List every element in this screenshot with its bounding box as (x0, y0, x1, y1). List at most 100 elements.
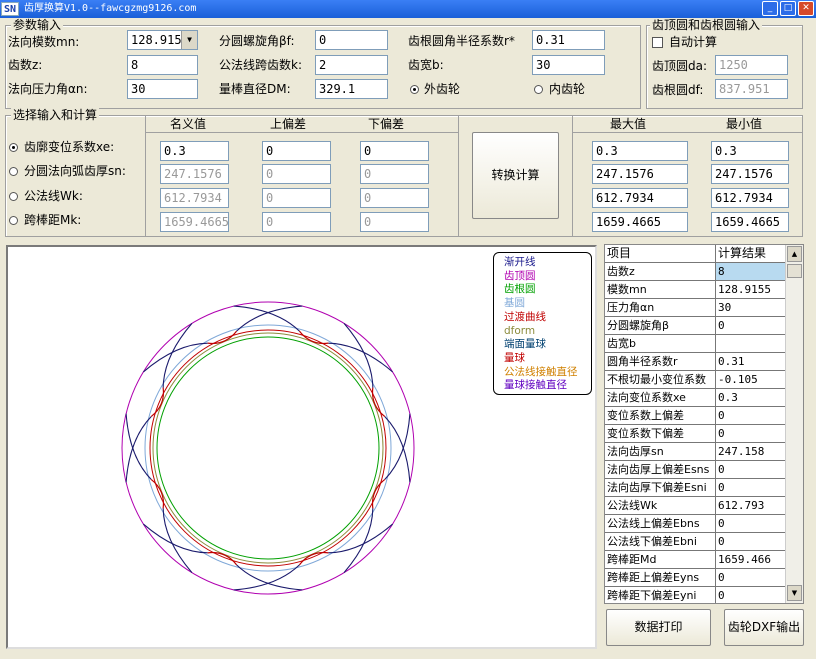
grid-item-value: 128.9155 (718, 283, 771, 296)
sn-upper-input[interactable]: 0 (262, 164, 331, 184)
wk-nominal-input[interactable]: 612.7934 (160, 188, 229, 208)
table-row[interactable]: 变位系数下偏差 0 (605, 425, 789, 443)
table-row[interactable]: 跨棒距下偏差Eyni 0 (605, 587, 789, 603)
grid-item-value: 247.158 (718, 445, 765, 458)
xe-label: 齿廓变位系数xe: (24, 140, 115, 154)
auto-calc-label: 自动计算 (669, 35, 718, 49)
dxf-export-button[interactable]: 齿轮DXF输出 (724, 609, 804, 646)
grid-header-row[interactable]: 项目 计算结果 (605, 245, 789, 263)
b-label: 齿宽b: (408, 58, 444, 72)
mk-lower-input[interactable]: 0 (360, 212, 429, 232)
app-icon: SN (1, 2, 19, 16)
table-row[interactable]: 模数mn 128.9155 (605, 281, 789, 299)
wk-upper-input[interactable]: 0 (262, 188, 331, 208)
xe-min-output: 0.3 (711, 141, 789, 161)
print-button[interactable]: 数据打印 (606, 609, 711, 646)
calc-header-divider (572, 132, 803, 133)
dm-input[interactable]: 329.1 (315, 79, 388, 99)
alpha-input[interactable]: 30 (127, 79, 198, 99)
mk-nominal-input[interactable]: 1659.4665 (160, 212, 229, 232)
grid-item-label: 项目 (605, 245, 716, 262)
calc-column-divider (572, 115, 573, 237)
table-row[interactable]: 法向齿厚上偏差Esns 0 (605, 461, 789, 479)
legend: 渐开线 齿顶圆 齿根圆 基圆 过渡曲线 dform 端面量球 量球 公法线接触直径 量球接触直径 (493, 252, 592, 395)
scroll-up-icon[interactable]: ▲ (787, 246, 802, 262)
gear-drawing-canvas[interactable]: 渐开线 齿顶圆 齿根圆 基圆 过渡曲线 dform 端面量球 量球 公法线接触直径 量球接触直径 (6, 245, 597, 649)
table-row[interactable]: 齿宽b (605, 335, 789, 353)
table-row[interactable]: 分圆螺旋角β 0 (605, 317, 789, 335)
legend-entry: 公法线接触直径 (504, 365, 578, 378)
mk-min-output: 1659.4665 (711, 212, 789, 232)
b-input[interactable]: 30 (532, 55, 605, 75)
results-grid[interactable]: 项目 计算结果 齿数z 8 模数mn 128.9155 压力角αn 30 分圆螺旋角β 0 齿宽b 圆… (604, 244, 804, 604)
convert-button[interactable]: 转换计算 (472, 132, 559, 219)
xe-upper-input[interactable]: 0 (262, 141, 331, 161)
chevron-down-icon[interactable]: ▼ (181, 31, 197, 49)
mn-select[interactable]: 128.915 ▼ (127, 30, 198, 50)
table-row[interactable]: 压力角αn 30 (605, 299, 789, 317)
auto-calc-checkbox[interactable] (652, 37, 663, 48)
z-label: 齿数z: (8, 58, 43, 72)
grid-item-value: 0 (718, 517, 725, 530)
close-icon[interactable]: ✕ (798, 1, 814, 16)
beta-input[interactable]: 0 (315, 30, 388, 50)
xe-nominal-input[interactable]: 0.3 (160, 141, 229, 161)
internal-gear-label: 内齿轮 (549, 82, 586, 96)
internal-gear-radio[interactable] (534, 85, 543, 94)
table-row[interactable]: 法向齿厚下偏差Esni 0 (605, 479, 789, 497)
grid-item-value: 612.793 (718, 499, 765, 512)
grid-item-label: 法向变位系数xe (605, 389, 716, 406)
table-row[interactable]: 公法线下偏差Ebni 0 (605, 533, 789, 551)
k-input[interactable]: 2 (315, 55, 388, 75)
results-scrollbar[interactable]: ▲ ▼ (785, 245, 803, 603)
table-row[interactable]: 跨棒距Md 1659.466 (605, 551, 789, 569)
table-row[interactable]: 公法线Wk 612.793 (605, 497, 789, 515)
grid-item-label: 分圆螺旋角β (605, 317, 716, 334)
table-row[interactable]: 不根切最小变位系数 -0.105 (605, 371, 789, 389)
z-input[interactable]: 8 (127, 55, 198, 75)
tip-circle (121, 301, 415, 595)
col-min-header: 最小值 (726, 117, 763, 131)
table-row[interactable]: 公法线上偏差Ebns 0 (605, 515, 789, 533)
table-row[interactable]: 圆角半径系数r 0.31 (605, 353, 789, 371)
calc-group-title: 选择输入和计算 (11, 108, 100, 122)
xe-lower-input[interactable]: 0 (360, 141, 429, 161)
mk-radio[interactable] (9, 216, 18, 225)
root-circle (156, 336, 380, 560)
title-bar: SN 齿厚换算V1.0--fawcgzmg9126.com _ □ ✕ (0, 0, 816, 18)
maximize-icon[interactable]: □ (780, 1, 796, 16)
col-lower-header: 下偏差 (368, 117, 405, 131)
table-row[interactable]: 法向变位系数xe 0.3 (605, 389, 789, 407)
grid-item-value: 30 (718, 301, 732, 314)
wk-lower-input[interactable]: 0 (360, 188, 429, 208)
grid-item-value: 0 (718, 535, 725, 548)
external-gear-radio[interactable] (410, 85, 419, 94)
sn-radio[interactable] (9, 167, 18, 176)
col-max-header: 最大值 (610, 117, 647, 131)
minimize-icon[interactable]: _ (762, 1, 778, 16)
table-row[interactable]: 法向齿厚sn 247.158 (605, 443, 789, 461)
da-input[interactable]: 1250 (715, 55, 788, 75)
xe-radio[interactable] (9, 143, 18, 152)
grid-item-value: 0.31 (718, 355, 745, 368)
wk-radio[interactable] (9, 192, 18, 201)
table-row[interactable]: 齿数z 8 (605, 263, 789, 281)
mk-upper-input[interactable]: 0 (262, 212, 331, 232)
grid-item-label: 法向齿厚下偏差Esni (605, 479, 716, 496)
scroll-thumb[interactable] (787, 264, 802, 278)
scroll-down-icon[interactable]: ▼ (787, 585, 802, 601)
params-group-title: 参数输入 (11, 18, 64, 32)
fillet-curve (298, 551, 329, 566)
da-label: 齿顶圆da: (652, 59, 708, 73)
grid-item-value: 8 (716, 263, 789, 280)
sn-nominal-input[interactable]: 247.1576 (160, 164, 229, 184)
table-row[interactable]: 跨棒距上偏差Eyns 0 (605, 569, 789, 587)
mn-label: 法向模数mn: (8, 35, 80, 49)
fillet-curve (371, 387, 386, 418)
df-input[interactable]: 837.951 (715, 79, 788, 99)
rf-input[interactable]: 0.31 (532, 30, 605, 50)
wk-label: 公法线Wk: (24, 189, 83, 203)
table-row[interactable]: 变位系数上偏差 0 (605, 407, 789, 425)
sn-lower-input[interactable]: 0 (360, 164, 429, 184)
grid-item-label: 公法线上偏差Ebns (605, 515, 716, 532)
